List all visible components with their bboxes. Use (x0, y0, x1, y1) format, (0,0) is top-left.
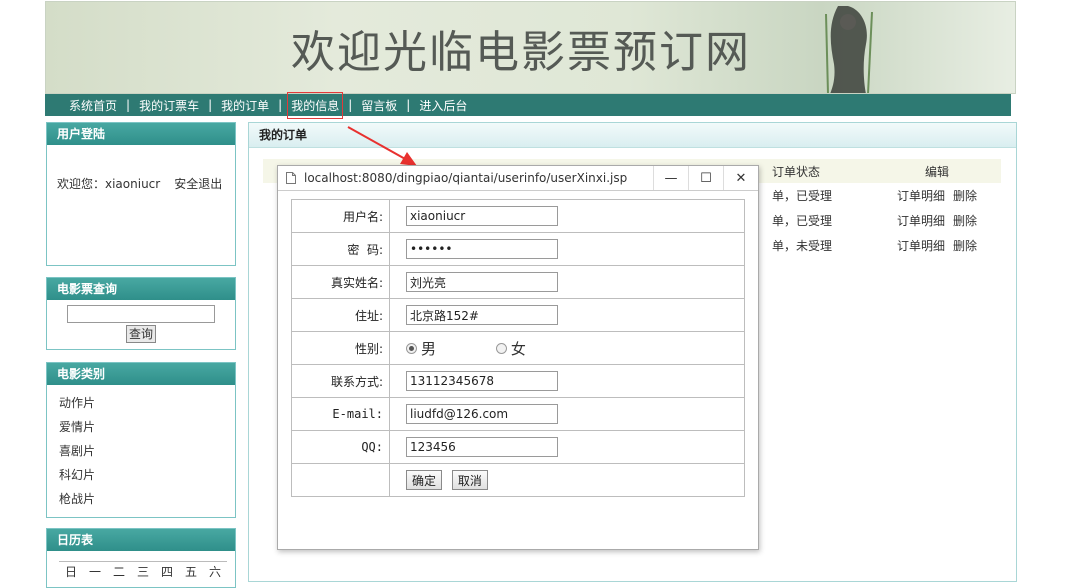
order-delete-link[interactable]: 删除 (953, 214, 977, 228)
banner-figure-image (825, 6, 873, 93)
nav-link-admin[interactable]: 进入后台 (419, 97, 467, 114)
order-status: 单，已受理 (772, 214, 833, 228)
nav-item-cart[interactable]: 我的订票车 | (139, 97, 221, 114)
radio-unchecked-icon[interactable] (495, 342, 507, 354)
weekday-label: 日 (59, 561, 83, 580)
password-input[interactable] (406, 239, 558, 259)
order-delete-link[interactable]: 删除 (953, 189, 977, 203)
qq-input[interactable] (406, 437, 558, 457)
category-item[interactable]: 爱情片 (59, 415, 235, 439)
nav-link-cart[interactable]: 我的订票车 (139, 97, 199, 114)
site-banner: 欢迎光临电影票预订网 (45, 1, 1016, 94)
category-panel-title: 电影类别 (47, 363, 235, 385)
address-label: 住址: (291, 298, 390, 332)
gender-option-label: 女 (510, 339, 526, 358)
nav-item-messages[interactable]: 留言板 | (361, 97, 419, 114)
category-item[interactable]: 动作片 (59, 391, 235, 415)
welcome-text: 欢迎您：xiaoniucr (57, 177, 161, 191)
query-button[interactable]: 查询 (125, 325, 156, 343)
popup-url: localhost:8080/dingpiao/qiantai/userinfo… (304, 171, 628, 185)
column-header: 编辑 (873, 159, 1001, 183)
order-status: 单，已受理 (772, 189, 833, 203)
category-item[interactable]: 枪战片 (59, 487, 235, 511)
weekday-label: 四 (155, 561, 179, 580)
nav-item-myinfo[interactable]: 我的信息 | (287, 91, 361, 119)
gender-radio-female[interactable]: 女 (495, 338, 526, 359)
form-row-email: E-mail: (291, 397, 745, 431)
radio-checked-icon[interactable] (406, 342, 417, 354)
logout-link[interactable]: 安全退出 (174, 177, 222, 191)
query-panel-title: 电影票查询 (47, 278, 235, 300)
movie-category-panel: 电影类别 动作片 爱情片 喜剧片 科幻片 枪战片 (46, 362, 236, 518)
form-row-realname: 真实姓名: (291, 265, 745, 299)
query-input[interactable] (67, 305, 215, 323)
realname-label: 真实姓名: (291, 265, 390, 299)
form-row-address: 住址: (291, 298, 745, 332)
order-status: 单，未受理 (772, 239, 833, 253)
order-detail-link[interactable]: 订单明细 (897, 239, 945, 253)
close-icon[interactable]: ✕ (723, 166, 758, 190)
nav-separator: | (406, 98, 411, 112)
form-row-actions: 确定 取消 (291, 463, 745, 497)
page-icon (286, 172, 296, 184)
weekday-label: 二 (107, 561, 131, 580)
gender-label: 性别: (291, 331, 390, 365)
phone-input[interactable] (406, 371, 558, 391)
address-input[interactable] (406, 305, 558, 325)
column-header: 订单状态 (766, 159, 873, 183)
weekday-label: 六 (203, 561, 227, 580)
form-row-qq: QQ: (291, 430, 745, 464)
realname-input[interactable] (406, 272, 558, 292)
calendar-weekdays: 日 一 二 三 四 五 六 (47, 551, 235, 580)
gender-option-label: 男 (421, 339, 437, 358)
phone-label: 联系方式: (291, 364, 390, 398)
popup-titlebar[interactable]: localhost:8080/dingpiao/qiantai/userinfo… (278, 166, 758, 191)
main-nav: 系统首页 | 我的订票车 | 我的订单 | 我的信息 | 留言板 | 进入后台 (45, 91, 1011, 119)
weekday-label: 三 (131, 561, 155, 580)
category-item[interactable]: 喜剧片 (59, 439, 235, 463)
nav-item-orders[interactable]: 我的订单 | (221, 97, 291, 114)
nav-link-myinfo[interactable]: 我的信息 (287, 91, 344, 119)
password-label: 密 码: (291, 232, 390, 266)
ticket-query-panel: 电影票查询 查询 (46, 277, 236, 350)
nav-link-home[interactable]: 系统首页 (69, 97, 117, 114)
login-panel: 用户登陆 欢迎您：xiaoniucr 安全退出 (46, 122, 236, 266)
maximize-icon[interactable]: ☐ (688, 166, 723, 190)
nav-item-admin[interactable]: 进入后台 (419, 97, 467, 114)
email-label: E-mail: (291, 397, 390, 431)
user-info-popup-window: localhost:8080/dingpiao/qiantai/userinfo… (277, 165, 759, 550)
nav-link-orders[interactable]: 我的订单 (221, 97, 269, 114)
form-row-password: 密 码: (291, 232, 745, 266)
email-input[interactable] (406, 404, 558, 424)
nav-item-home[interactable]: 系统首页 | (69, 97, 139, 114)
calendar-panel-title: 日历表 (47, 529, 235, 551)
cancel-button[interactable]: 取消 (451, 470, 488, 490)
username-label: 用户名: (291, 199, 390, 233)
calendar-panel: 日历表 日 一 二 三 四 五 六 (46, 528, 236, 588)
nav-separator: | (208, 98, 213, 112)
form-row-gender: 性别: 男 女 (291, 331, 745, 365)
order-delete-link[interactable]: 删除 (953, 239, 977, 253)
username-input[interactable] (406, 206, 558, 226)
site-title: 欢迎光临电影票预订网 (291, 27, 751, 78)
form-row-username: 用户名: (291, 199, 745, 233)
nav-separator: | (348, 98, 353, 112)
form-row-phone: 联系方式: (291, 364, 745, 398)
category-item[interactable]: 科幻片 (59, 463, 235, 487)
order-detail-link[interactable]: 订单明细 (897, 189, 945, 203)
login-panel-title: 用户登陆 (47, 123, 235, 145)
minimize-icon[interactable]: — (653, 166, 688, 190)
nav-separator: | (278, 98, 283, 112)
weekday-label: 一 (83, 561, 107, 580)
weekday-label: 五 (179, 561, 203, 580)
order-detail-link[interactable]: 订单明细 (897, 214, 945, 228)
nav-link-messages[interactable]: 留言板 (361, 97, 397, 114)
confirm-button[interactable]: 确定 (406, 470, 443, 490)
gender-radio-male[interactable]: 男 (406, 338, 436, 359)
user-info-form: 用户名: 密 码: 真实姓名: 住址: 性别: 男 女 联系方式: E-ma (291, 199, 745, 497)
nav-separator: | (126, 98, 131, 112)
qq-label: QQ: (291, 430, 390, 464)
